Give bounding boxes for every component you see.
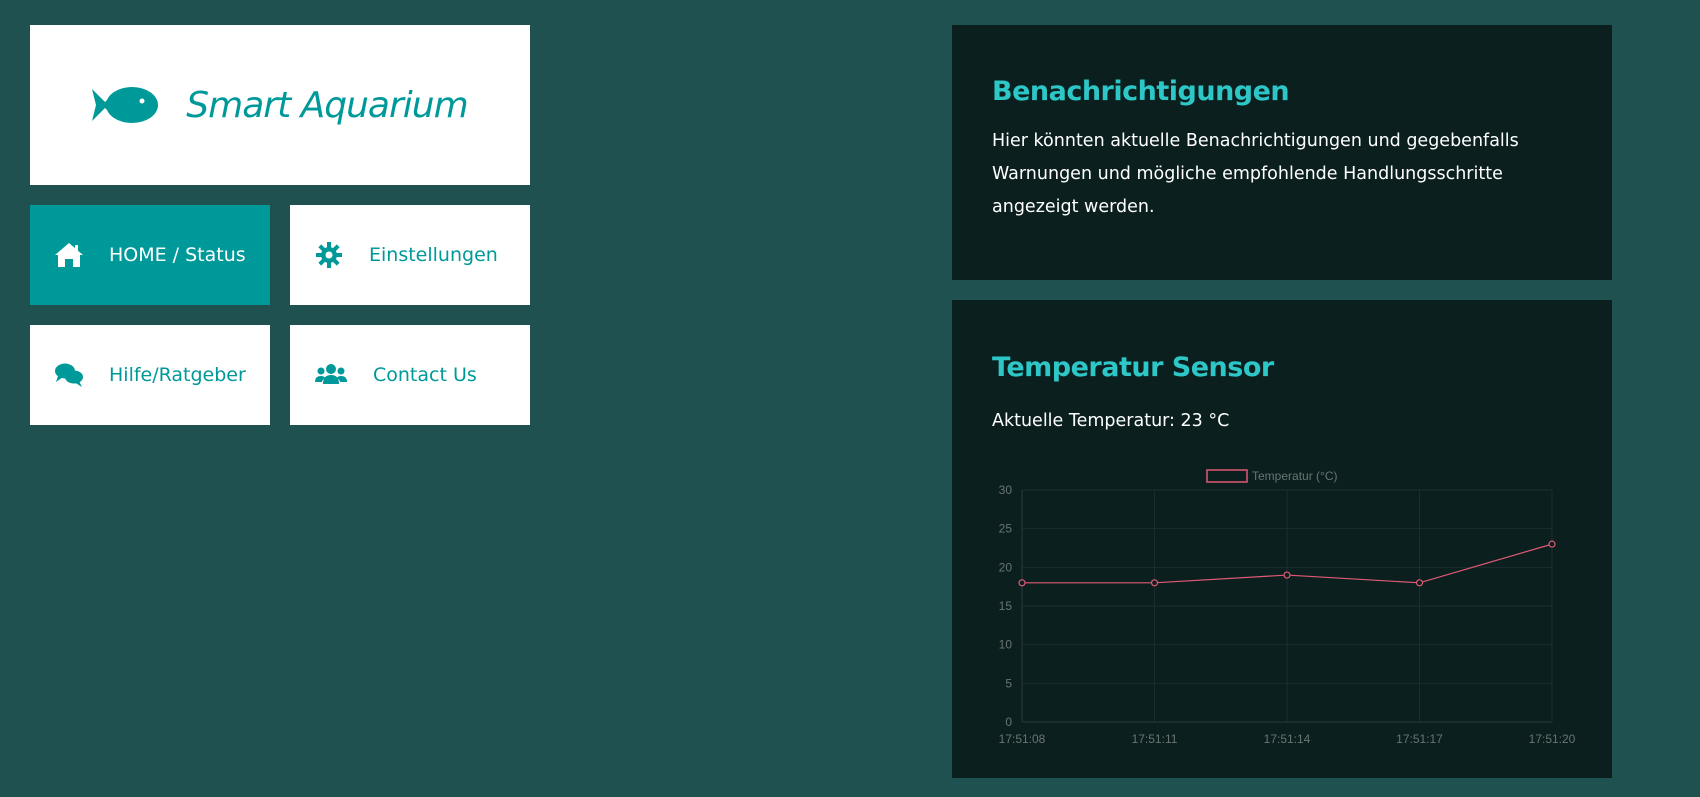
y-tick-label: 5: [1005, 676, 1012, 690]
x-tick-label: 17:51:14: [1264, 732, 1311, 746]
x-tick-label: 17:51:20: [1529, 732, 1576, 746]
nav-home-status-label: HOME / Status: [109, 244, 246, 266]
legend-label: Temperatur (°C): [1252, 469, 1337, 483]
fish-icon: [92, 87, 159, 123]
nav-settings[interactable]: Einstellungen: [290, 205, 530, 305]
x-tick-label: 17:51:11: [1132, 732, 1178, 746]
nav-help[interactable]: Hilfe/Ratgeber: [30, 325, 270, 425]
current-temperature: Aktuelle Temperatur: 23 °C: [992, 411, 1230, 431]
temperature-data-point: [1415, 579, 1424, 587]
y-tick-label: 25: [999, 522, 1013, 536]
comments-icon: [55, 363, 83, 387]
temperature-data-point: [1548, 540, 1556, 548]
home-icon: [55, 243, 83, 267]
gear-icon: [316, 242, 342, 268]
app-title: Smart Aquarium: [186, 84, 468, 126]
temperature-title: Temperatur Sensor: [992, 352, 1274, 383]
users-icon: [315, 364, 347, 384]
temperature-panel: Temperatur Sensor Aktuelle Temperatur: 2…: [952, 300, 1612, 778]
logo: Smart Aquarium: [30, 25, 530, 185]
nav-contact[interactable]: Contact Us: [290, 325, 530, 425]
notifications-title: Benachrichtigungen: [992, 76, 1290, 107]
temperature-data-point: [1283, 571, 1291, 579]
legend-swatch: [1206, 469, 1248, 483]
x-tick-label: 17:51:08: [999, 732, 1046, 746]
notifications-panel: Benachrichtigungen Hier könnten aktuelle…: [952, 25, 1612, 280]
y-tick-label: 30: [999, 483, 1013, 497]
temperature-data-point: [1150, 579, 1159, 587]
temperature-chart-svg: 0 5 10 15 20 25 30 17:51:08 17:51:11 17:51:14 17:5…: [999, 469, 1576, 746]
nav-help-label: Hilfe/Ratgeber: [109, 364, 246, 386]
y-tick-label: 20: [999, 560, 1013, 574]
y-tick-label: 15: [999, 599, 1013, 613]
nav-settings-label: Einstellungen: [369, 244, 498, 266]
y-tick-label: 0: [1005, 715, 1012, 729]
x-tick-label: 17:51:17: [1396, 732, 1443, 746]
notifications-text: Hier könnten aktuelle Benachrichtigungen…: [992, 131, 1519, 217]
temperature-chart: 0 5 10 15 20 25 30 17:51:08 17:51:11 17:51:14 17:5…: [982, 460, 1582, 760]
temperature-data-point: [1018, 579, 1026, 587]
nav-home-status[interactable]: HOME / Status: [30, 205, 270, 305]
nav-contact-label: Contact Us: [373, 364, 477, 386]
y-tick-label: 10: [999, 638, 1013, 652]
